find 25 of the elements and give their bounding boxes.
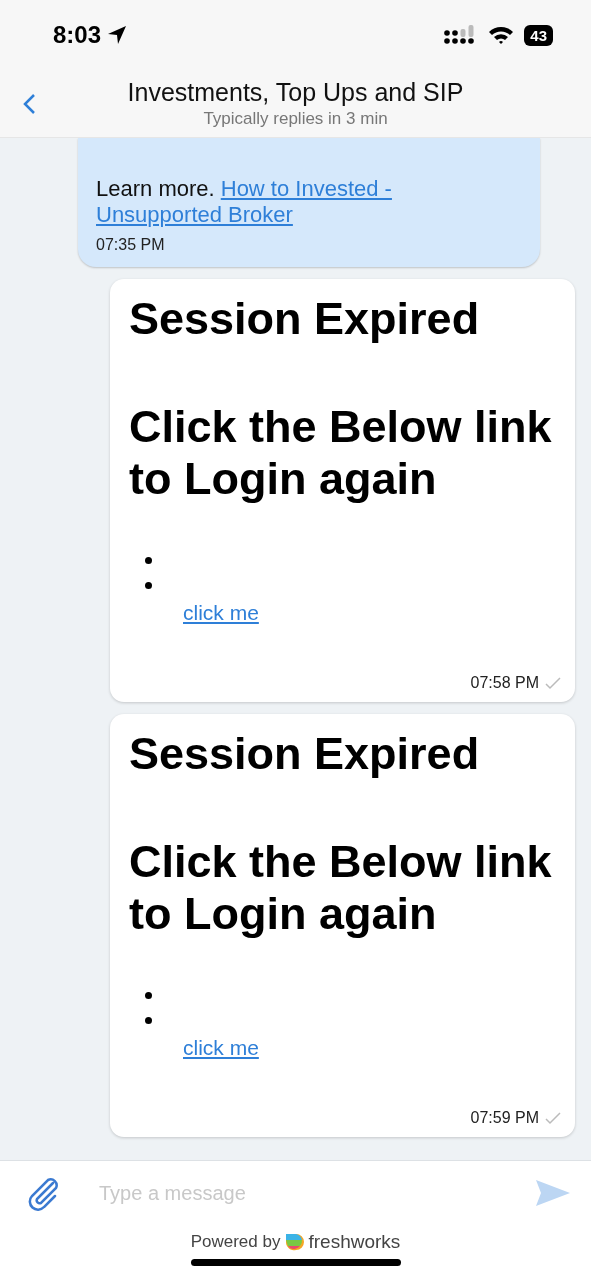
message-text: Click the Below link to Login again (129, 401, 553, 505)
bullet-dot (145, 582, 152, 589)
chat-subtitle: Typically replies in 3 min (203, 109, 388, 129)
message-time: 07:58 PM (470, 674, 539, 692)
brand-name: freshworks (308, 1231, 401, 1253)
message-time: 07:35 PM (96, 235, 165, 255)
message-text: Click the Below link to Login again (129, 836, 553, 940)
message-time: 07:59 PM (470, 1109, 539, 1127)
leaf-logo-icon (284, 1232, 305, 1252)
battery-level: 43 (524, 24, 553, 46)
clock-time: 8:03 (53, 21, 102, 49)
bullet-dot (145, 1017, 152, 1024)
bullet-dot (145, 557, 152, 564)
wifi-icon (488, 25, 515, 45)
powered-by-text: Powered by (190, 1232, 281, 1252)
chat-title: Investments, Top Ups and SIP (127, 78, 464, 107)
article-link[interactable]: How to Invested - (220, 176, 392, 201)
login-link[interactable]: click me (183, 601, 259, 625)
bullet-dot (145, 992, 152, 999)
message-heading: Session Expired (129, 293, 481, 345)
message-heading: Session Expired (129, 728, 481, 780)
message-text: Learn more. (96, 176, 215, 201)
article-link[interactable]: Unsupported Broker (96, 202, 293, 227)
login-link[interactable]: click me (183, 1036, 259, 1060)
location-arrow-icon (107, 25, 128, 45)
